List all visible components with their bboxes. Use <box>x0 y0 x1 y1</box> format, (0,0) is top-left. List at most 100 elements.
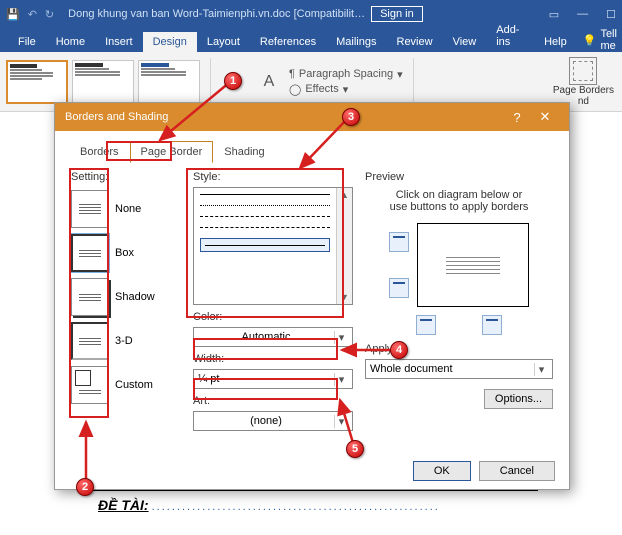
doc-heading: ĐỀ TÀI: <box>98 497 149 513</box>
dialog-titlebar: Borders and Shading ? ✕ <box>55 103 569 131</box>
ribbon-tabs: File Home Insert Design Layout Reference… <box>0 28 622 52</box>
tab-references[interactable]: References <box>250 32 326 52</box>
style-label: Style: <box>193 171 353 183</box>
art-value: (none) <box>198 415 334 427</box>
undo-icon[interactable]: ↶ <box>28 8 37 21</box>
theme-thumb[interactable] <box>6 60 68 104</box>
effects[interactable]: ◯ Effects ▾ <box>289 83 403 96</box>
tab-design[interactable]: Design <box>143 32 197 52</box>
preview-left-button[interactable] <box>416 315 436 335</box>
borders-shading-dialog: Borders and Shading ? ✕ Borders Page Bor… <box>54 102 570 490</box>
theme-thumb[interactable] <box>138 60 200 104</box>
effects-label: Effects <box>305 83 338 95</box>
window-controls: ▭ — ☐ <box>549 8 616 21</box>
style-scrollbar[interactable]: ▲▼ <box>336 188 352 304</box>
tab-review[interactable]: Review <box>387 32 443 52</box>
chevron-down-icon[interactable]: ▾ <box>534 363 548 376</box>
setting-box[interactable]: Box <box>71 231 181 275</box>
scroll-up-icon[interactable]: ▲ <box>340 190 349 200</box>
document-title: Dong khung van ban Word-Taimienphi.vn.do… <box>68 8 365 20</box>
setting-shadow[interactable]: Shadow <box>71 275 181 319</box>
chevron-down-icon: ▾ <box>343 83 349 96</box>
tell-me-label: Tell me <box>600 28 622 52</box>
tab-addins[interactable]: Add-ins <box>486 20 534 52</box>
colors-button[interactable]: 🎨 <box>221 70 249 94</box>
dlgtab-shading[interactable]: Shading <box>213 141 275 163</box>
chevron-down-icon[interactable]: ▾ <box>334 373 348 386</box>
art-combo[interactable]: (none)▾ <box>193 411 353 431</box>
help-icon[interactable]: ? <box>503 110 531 125</box>
setting-none-label: None <box>115 203 141 215</box>
setting-shadow-label: Shadow <box>115 291 155 303</box>
art-label: Art: <box>193 395 353 407</box>
preview-bottom-button[interactable] <box>389 278 409 298</box>
maximize-icon[interactable]: ☐ <box>606 8 616 21</box>
redo-icon[interactable]: ↻ <box>45 8 54 21</box>
document-page: ĐỀ TÀI: ................................… <box>78 490 538 535</box>
width-value: ¼ pt <box>198 373 219 385</box>
fonts-button[interactable]: A <box>255 70 283 94</box>
tab-insert[interactable]: Insert <box>95 32 143 52</box>
page-borders-button[interactable]: Page Borders nd <box>551 55 616 109</box>
page-borders-label2: nd <box>578 96 589 107</box>
tab-mailings[interactable]: Mailings <box>326 32 386 52</box>
color-value: Automatic <box>198 331 334 343</box>
preview-area <box>365 223 553 307</box>
ribbon-options-icon[interactable]: ▭ <box>549 8 559 21</box>
chevron-down-icon: ▾ <box>397 68 403 81</box>
setting-3d[interactable]: 3-D <box>71 319 181 363</box>
style-column: Style: ▲▼ Color: Automatic▾ Width: ¼ pt▾… <box>193 171 353 437</box>
sign-in-button[interactable]: Sign in <box>371 6 423 22</box>
apply-to-row: Apply to: Whole document▾ Options... <box>365 343 553 409</box>
dlgtab-page-border[interactable]: Page Border <box>130 141 214 163</box>
close-icon[interactable]: ✕ <box>531 109 559 125</box>
style-listbox[interactable]: ▲▼ <box>193 187 353 305</box>
style-selected[interactable] <box>200 238 330 252</box>
tab-layout[interactable]: Layout <box>197 32 250 52</box>
setting-custom-label: Custom <box>115 379 153 391</box>
preview-top-button[interactable] <box>389 232 409 252</box>
effects-icon: ◯ <box>289 83 301 96</box>
bulb-icon: 💡 <box>583 34 597 47</box>
scroll-down-icon[interactable]: ▼ <box>340 292 349 302</box>
preview-right-button[interactable] <box>482 315 502 335</box>
paragraph-spacing[interactable]: ¶Paragraph Spacing▾ <box>289 68 403 81</box>
options-button[interactable]: Options... <box>484 389 553 409</box>
style-dashed[interactable] <box>200 216 330 217</box>
apply-to-value: Whole document <box>370 363 534 375</box>
dialog-body: Setting: None Box Shadow 3-D Custom Styl… <box>55 163 569 445</box>
tab-help[interactable]: Help <box>534 32 577 52</box>
cancel-button[interactable]: Cancel <box>479 461 555 481</box>
chevron-down-icon[interactable]: ▾ <box>334 415 348 428</box>
colors-icon: 🎨 <box>225 72 245 92</box>
dlgtab-borders[interactable]: Borders <box>69 141 130 163</box>
tell-me[interactable]: 💡Tell me <box>583 28 622 52</box>
style-dashdot[interactable] <box>200 227 330 228</box>
ok-button[interactable]: OK <box>413 461 471 481</box>
tab-file[interactable]: File <box>8 32 46 52</box>
document-formatting-gallery[interactable] <box>6 60 200 104</box>
width-label: Width: <box>193 353 353 365</box>
preview-column: Preview Click on diagram below oruse but… <box>365 171 553 437</box>
color-label: Color: <box>193 311 353 323</box>
page-borders-label: Page Borders <box>553 85 614 96</box>
apply-to-combo[interactable]: Whole document▾ <box>365 359 553 379</box>
fonts-icon: A <box>259 72 279 92</box>
tab-view[interactable]: View <box>443 32 487 52</box>
setting-label: Setting: <box>71 171 181 183</box>
color-combo[interactable]: Automatic▾ <box>193 327 353 347</box>
setting-none[interactable]: None <box>71 187 181 231</box>
save-icon[interactable]: 💾 <box>6 8 20 21</box>
setting-custom[interactable]: Custom <box>71 363 181 407</box>
dialog-title: Borders and Shading <box>65 111 168 123</box>
ribbon-options: ¶Paragraph Spacing▾ ◯ Effects ▾ <box>289 68 403 96</box>
tab-home[interactable]: Home <box>46 32 95 52</box>
chevron-down-icon[interactable]: ▾ <box>334 331 348 344</box>
style-solid[interactable] <box>200 194 330 195</box>
minimize-icon[interactable]: — <box>577 8 588 21</box>
apply-to-label: Apply to: <box>365 343 553 355</box>
width-combo[interactable]: ¼ pt ▾ <box>193 369 353 389</box>
theme-thumb[interactable] <box>72 60 134 104</box>
style-dotted[interactable] <box>200 205 330 206</box>
preview-box[interactable] <box>417 223 529 307</box>
